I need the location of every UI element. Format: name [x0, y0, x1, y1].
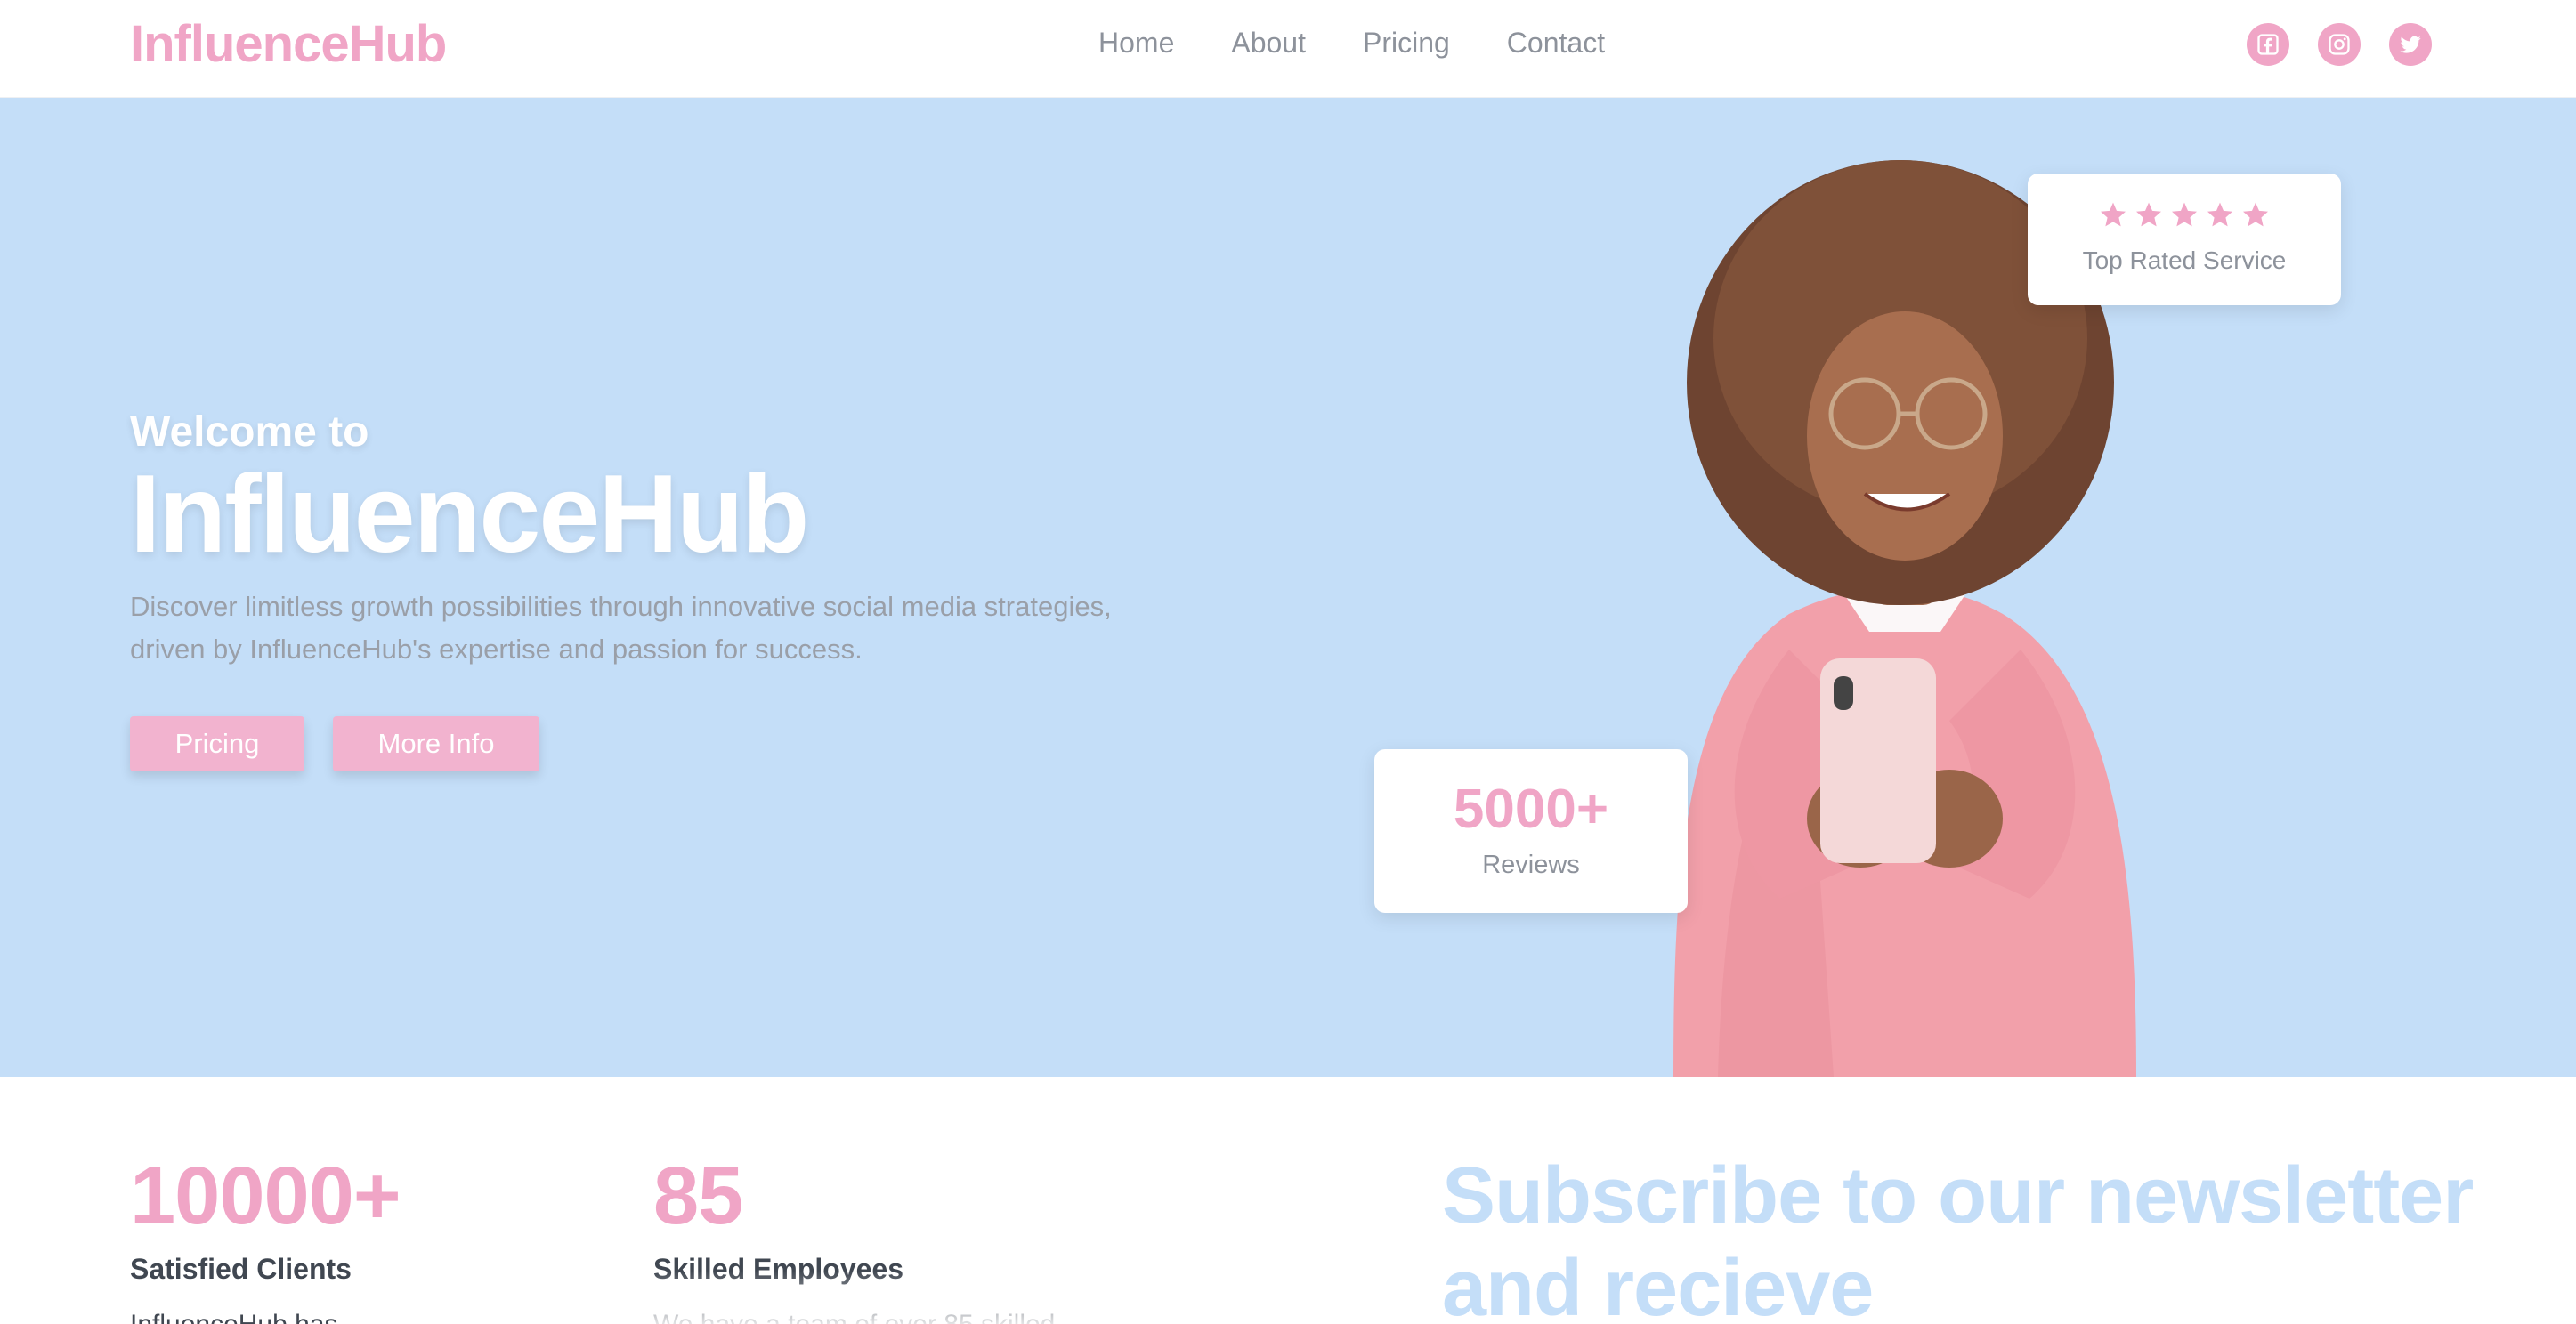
facebook-icon[interactable]	[2247, 23, 2289, 66]
hero-section: Welcome to InfluenceHub Discover limitle…	[0, 98, 2576, 1077]
hero-description-line-2: driven by InfluenceHub's expertise and p…	[130, 634, 863, 665]
top-rated-label: Top Rated Service	[2082, 246, 2287, 274]
nav-link-contact[interactable]: Contact	[1507, 27, 1605, 60]
instagram-icon[interactable]	[2318, 23, 2361, 66]
twitter-icon[interactable]	[2389, 23, 2432, 66]
nav-links: Home About Pricing Contact	[1098, 27, 1605, 60]
top-navbar: InfluenceHub Home About Pricing Contact	[0, 0, 2576, 98]
logo[interactable]: InfluenceHub	[130, 14, 447, 74]
stat-clients-label: Satisfied Clients	[130, 1253, 352, 1285]
top-rated-card: Top Rated Service	[2028, 174, 2341, 305]
hero-description-line-1: Discover limitless growth possibilities …	[130, 591, 1112, 622]
nav-link-about[interactable]: About	[1231, 27, 1306, 60]
more-info-button[interactable]: More Info	[333, 716, 539, 771]
stat-employees-number: 85	[653, 1150, 743, 1241]
stat-clients-number: 10000+	[130, 1150, 401, 1241]
social-links	[2247, 23, 2432, 66]
star-icon	[2136, 202, 2161, 227]
stat-clients-desc: InfluenceHub has ...	[130, 1310, 368, 1324]
star-icon	[2101, 202, 2126, 227]
reviews-label: Reviews	[1482, 851, 1580, 879]
stat-employees-label: Skilled Employees	[653, 1253, 904, 1285]
pricing-button[interactable]: Pricing	[130, 716, 304, 771]
reviews-card: 5000+ Reviews	[1374, 749, 1688, 913]
hero-description: Discover limitless growth possibilities …	[130, 585, 1198, 671]
reviews-count: 5000+	[1453, 779, 1609, 840]
star-icon	[2243, 202, 2268, 227]
star-icon	[2207, 202, 2232, 227]
star-icon	[2172, 202, 2197, 227]
nav-link-pricing[interactable]: Pricing	[1363, 27, 1450, 60]
stat-employees-desc: We have a team of over 85 skilled ...	[653, 1310, 1085, 1324]
hero-title: InfluenceHub	[130, 453, 809, 576]
hero-welcome: Welcome to	[130, 408, 369, 456]
nav-link-home[interactable]: Home	[1098, 27, 1174, 60]
rating-stars	[2028, 200, 2341, 229]
newsletter-headline: Subscribe to our newsletter and recieve	[1442, 1151, 2474, 1324]
